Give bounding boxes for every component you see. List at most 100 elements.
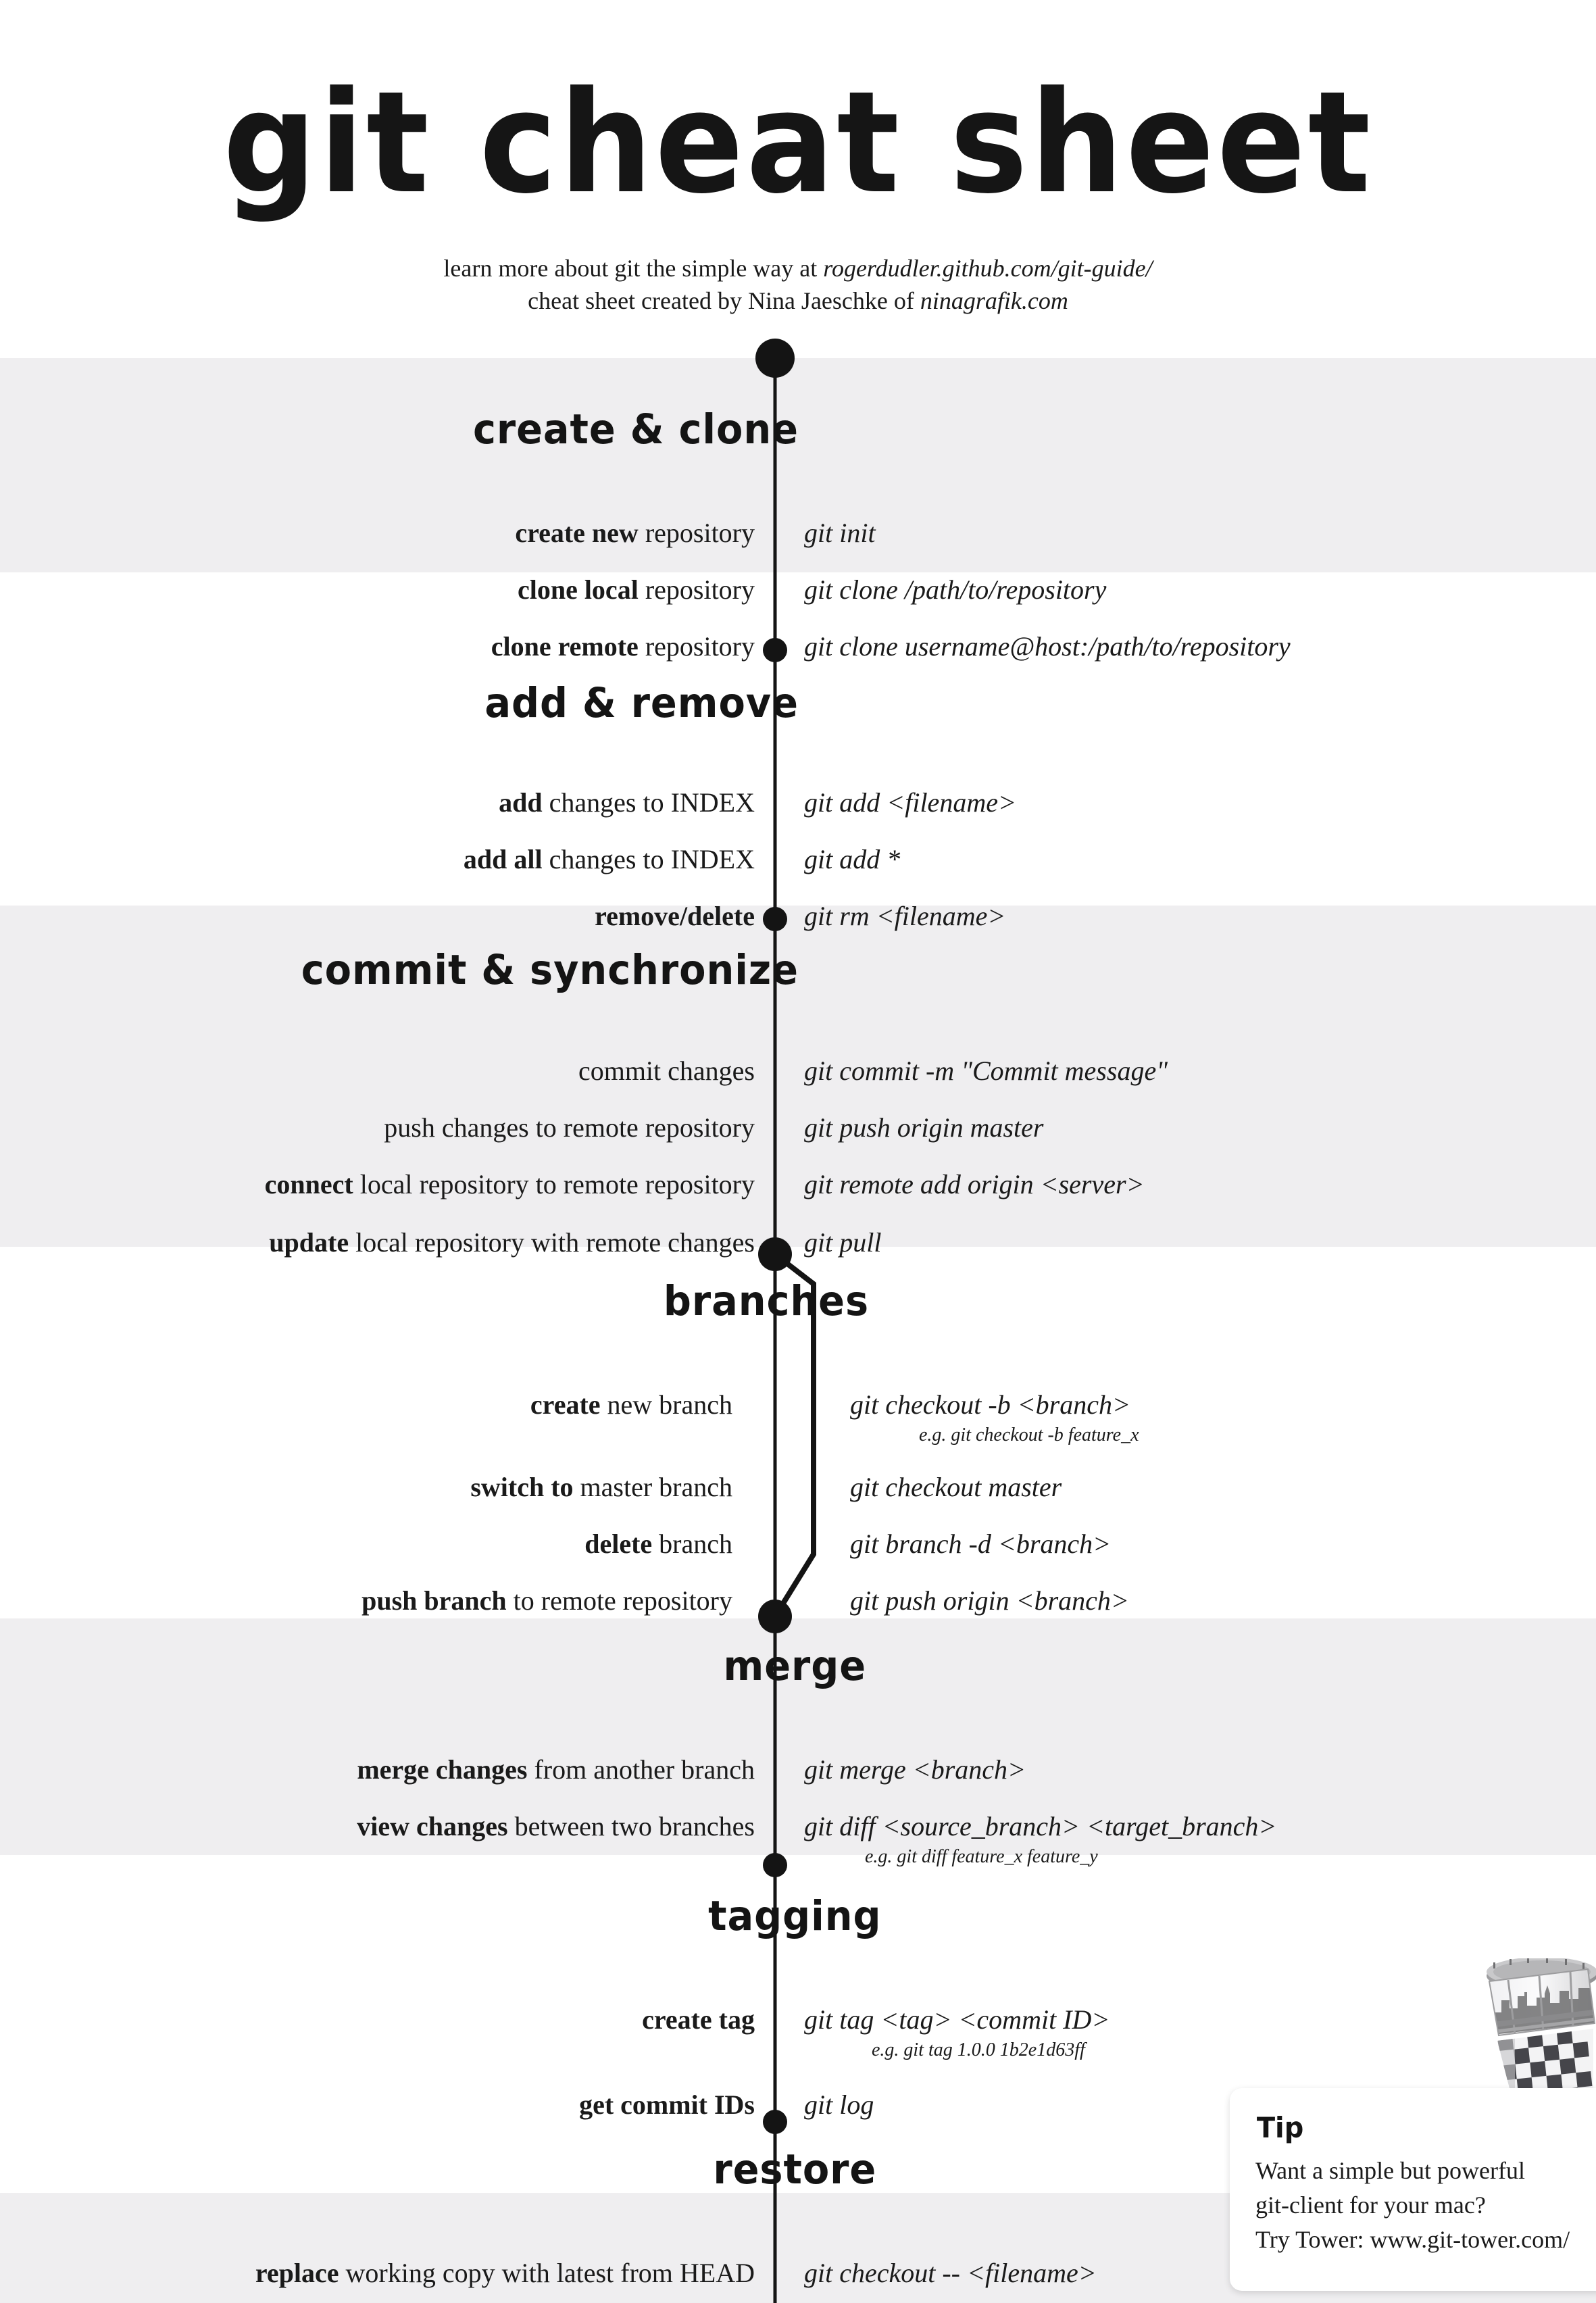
row-label-rest: between two branches: [507, 1811, 755, 1841]
row-label: create new branch: [530, 1390, 732, 1420]
row-command[interactable]: git branch -d <branch>: [850, 1529, 1111, 1559]
row-label: create new repository: [515, 518, 755, 548]
section-heading-commit-synchronize: commit & synchronize: [301, 946, 799, 994]
row-label-rest: new branch: [600, 1389, 732, 1420]
row-label-rest: repository: [638, 518, 755, 548]
row-command[interactable]: git push origin <branch>: [850, 1586, 1129, 1616]
row-label-rest: push changes to remote repository: [384, 1112, 755, 1143]
row-label: switch to master branch: [470, 1472, 732, 1502]
row-label-bold: replace: [255, 2258, 339, 2288]
page-header: git cheat sheet learn more about git the…: [0, 0, 1596, 317]
section-merge: merge merge changes from another branch …: [0, 1642, 1596, 1867]
tip-line-1: Want a simple but powerful: [1255, 2157, 1526, 2184]
row-label-rest: local repository to remote repository: [353, 1169, 755, 1199]
row-label: push changes to remote repository: [384, 1113, 755, 1143]
row-command[interactable]: git tag <tag> <commit ID>: [804, 2005, 1109, 2035]
row-command[interactable]: git init: [804, 518, 876, 548]
section-heading-create-clone: create & clone: [472, 405, 799, 453]
row-label-bold: connect: [264, 1169, 353, 1199]
row-label-rest: commit changes: [578, 1056, 755, 1086]
row-label-bold: add all: [463, 844, 543, 874]
row-label: update local repository with remote chan…: [269, 1228, 755, 1258]
commit-node-add: [763, 638, 787, 662]
tip-line-3[interactable]: Try Tower: www.git-tower.com/: [1255, 2223, 1596, 2257]
row-label-bold: push branch: [361, 1585, 507, 1616]
subtitle-line-1: learn more about git the simple way at r…: [0, 253, 1596, 285]
row-label: connect local repository to remote repos…: [265, 1170, 755, 1199]
row-command[interactable]: git rm <filename>: [804, 901, 1005, 931]
subtitle-line-2: cheat sheet created by Nina Jaeschke of …: [0, 285, 1596, 318]
row-command[interactable]: git pull: [804, 1228, 881, 1258]
row-label-rest: repository: [638, 631, 755, 662]
row-label: add all changes to INDEX: [464, 845, 755, 874]
row-label-bold: view changes: [357, 1811, 508, 1841]
row-label-rest: repository: [638, 574, 755, 605]
row-label: merge changes from another branch: [357, 1755, 755, 1785]
subtitle-line-2-text: cheat sheet created by Nina Jaeschke of: [528, 287, 920, 314]
row-label: clone remote repository: [491, 632, 755, 662]
row-label: delete branch: [584, 1529, 732, 1559]
tip-line-2: git-client for your mac?: [1255, 2191, 1486, 2219]
section-add-remove: add & remove add changes to INDEX git ad…: [0, 679, 1596, 931]
row-label-rest: to remote repository: [506, 1585, 732, 1616]
row-label-rest: from another branch: [527, 1754, 755, 1785]
section-create-clone: create & clone create new repository git…: [0, 405, 1596, 662]
row-command[interactable]: git merge <branch>: [804, 1755, 1026, 1785]
row-label-bold: remove/delete: [595, 901, 755, 931]
row-label-bold: merge changes: [357, 1754, 528, 1785]
row-label-rest: changes to INDEX: [542, 787, 755, 818]
row-label: get commit IDs: [579, 2090, 755, 2120]
row-command[interactable]: git log: [804, 2090, 874, 2120]
git-guide-link[interactable]: rogerdudler.github.com/git-guide/: [823, 255, 1152, 282]
row-command[interactable]: git add <filename>: [804, 788, 1016, 818]
tip-title: Tip: [1256, 2111, 1304, 2144]
row-label-bold: create tag: [642, 2004, 755, 2035]
row-label-rest: local repository with remote changes: [349, 1227, 755, 1258]
section-heading-branches: branches: [663, 1277, 870, 1325]
section-tagging: tagging create tag git tag <tag> <commit…: [0, 1892, 1596, 2120]
row-label-bold: clone local: [517, 574, 639, 605]
row-command[interactable]: git checkout master: [850, 1472, 1062, 1502]
row-label-bold: clone remote: [491, 631, 639, 662]
ninagrafik-link[interactable]: ninagrafik.com: [920, 287, 1068, 314]
section-heading-tagging: tagging: [708, 1892, 882, 1940]
row-command[interactable]: git commit -m "Commit message": [804, 1056, 1168, 1086]
row-command[interactable]: git diff <source_branch> <target_branch>: [804, 1812, 1276, 1841]
subtitle-line-1-text: learn more about git the simple way at: [443, 255, 824, 282]
row-label-bold: switch to: [470, 1472, 574, 1502]
row-label: replace working copy with latest from HE…: [255, 2258, 755, 2288]
row-label-rest: changes to INDEX: [542, 844, 755, 874]
row-command[interactable]: git checkout -- <filename>: [804, 2258, 1097, 2288]
row-label-bold: create new: [515, 518, 639, 548]
row-label: push branch to remote repository: [361, 1586, 732, 1616]
row-label: add changes to INDEX: [499, 788, 755, 818]
row-label-bold: create: [530, 1389, 601, 1420]
commit-node-tag: [763, 1853, 787, 1877]
section-branches: branches create new branch git checkout …: [0, 1277, 1596, 1616]
row-label-bold: get commit IDs: [579, 2089, 755, 2120]
row-example: e.g. git checkout -b feature_x: [919, 1425, 1139, 1445]
row-label-bold: update: [269, 1227, 349, 1258]
row-command[interactable]: git clone /path/to/repository: [804, 575, 1106, 605]
row-example: e.g. git diff feature_x feature_y: [865, 1846, 1098, 1867]
page-title: git cheat sheet: [222, 61, 1374, 225]
row-label: create tag: [642, 2005, 755, 2035]
band-create-clone: [0, 358, 1596, 572]
row-label-bold: delete: [584, 1529, 653, 1559]
section-heading-merge: merge: [723, 1642, 867, 1690]
row-command[interactable]: git push origin master: [804, 1113, 1043, 1143]
row-command[interactable]: git remote add origin <server>: [804, 1170, 1145, 1199]
tip-card[interactable]: Tip Want a simple but powerful git-clien…: [1230, 2088, 1596, 2291]
row-label: view changes between two branches: [357, 1812, 755, 1841]
section-heading-add-remove: add & remove: [484, 679, 799, 727]
section-commit-synchronize: commit & synchronize commit changes git …: [0, 946, 1596, 1258]
row-label: remove/delete: [595, 901, 755, 931]
row-command[interactable]: git add *: [804, 845, 900, 874]
row-command[interactable]: git checkout -b <branch>: [850, 1390, 1130, 1420]
row-label-bold: add: [499, 787, 543, 818]
row-command[interactable]: git clone username@host:/path/to/reposit…: [804, 632, 1291, 662]
page-subtitle: learn more about git the simple way at r…: [0, 253, 1596, 317]
row-label-rest: branch: [652, 1529, 732, 1559]
row-label-rest: master branch: [573, 1472, 732, 1502]
row-label: clone local repository: [518, 575, 755, 605]
